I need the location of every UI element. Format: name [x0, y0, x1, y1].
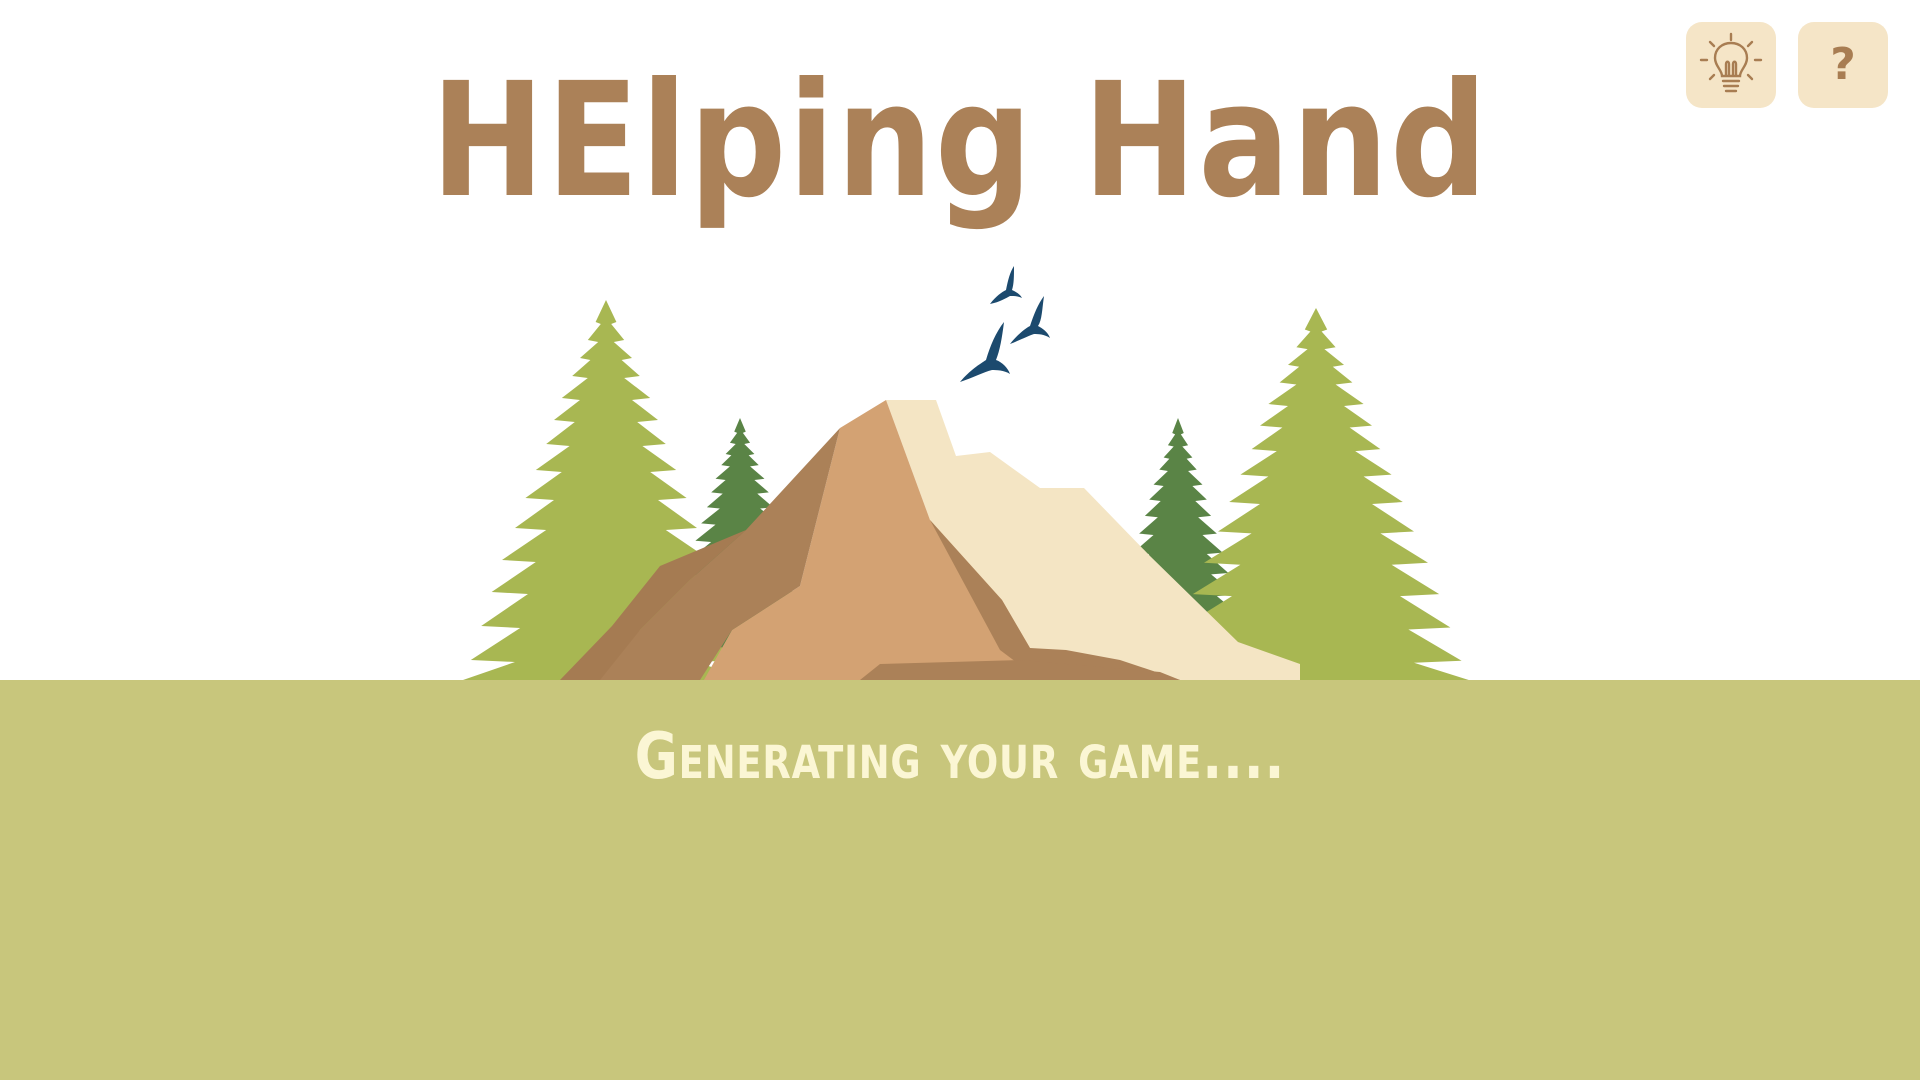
bird-icon — [990, 266, 1022, 304]
mountain-scene-illustration — [463, 266, 1470, 680]
game-loading-screen: ? HElping Hand Generating your game.... — [0, 0, 1920, 1080]
bird-icon — [960, 322, 1010, 382]
birds-flock — [960, 266, 1050, 382]
bird-icon — [1010, 296, 1050, 344]
loading-status-text: Generating your game.... — [634, 720, 1286, 794]
